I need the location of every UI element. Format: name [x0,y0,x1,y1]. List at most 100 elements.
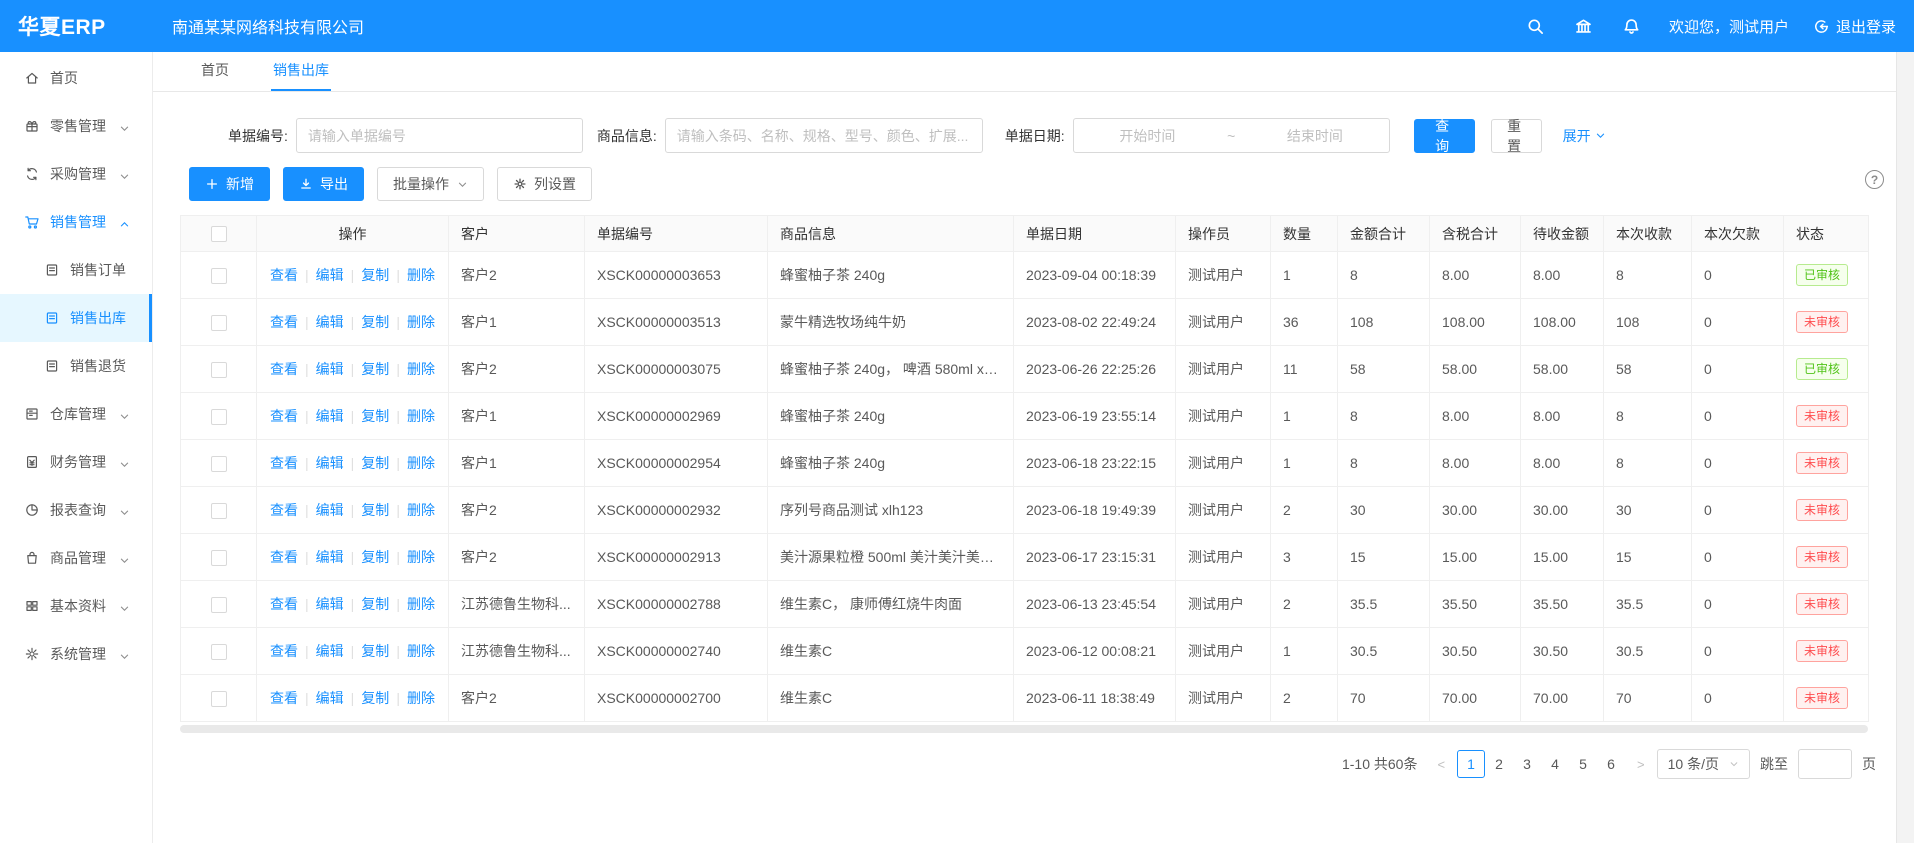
bill-no-input[interactable] [296,118,583,153]
logout-icon [1813,18,1830,35]
row-checkbox[interactable] [211,456,227,472]
sidebar-item-reports[interactable]: 报表查询 [0,486,152,534]
search-icon[interactable] [1519,9,1553,43]
action-delete-link[interactable]: 删除 [407,641,435,661]
action-copy-link[interactable]: 复制 [361,688,389,708]
action-edit-link[interactable]: 编辑 [316,312,344,332]
action-edit-link[interactable]: 编辑 [316,453,344,473]
action-edit-link[interactable]: 编辑 [316,359,344,379]
jump-to-page-input[interactable] [1798,749,1852,779]
action-delete-link[interactable]: 删除 [407,688,435,708]
row-checkbox[interactable] [211,315,227,331]
row-checkbox[interactable] [211,691,227,707]
action-view-link[interactable]: 查看 [270,406,298,426]
tab-sales-outbound[interactable]: 销售出库 [271,51,331,91]
action-copy-link[interactable]: 复制 [361,406,389,426]
action-edit-link[interactable]: 编辑 [316,406,344,426]
action-view-link[interactable]: 查看 [270,359,298,379]
row-checkbox[interactable] [211,644,227,660]
export-button[interactable]: 导出 [283,167,364,201]
logout-button[interactable]: 退出登录 [1813,16,1896,37]
next-page-button[interactable]: > [1635,757,1647,772]
select-all-checkbox[interactable] [211,226,227,242]
row-checkbox[interactable] [211,597,227,613]
page-number-6[interactable]: 6 [1597,751,1625,779]
action-edit-link[interactable]: 编辑 [316,688,344,708]
sidebar-item-basic-data[interactable]: 基本资料 [0,582,152,630]
action-view-link[interactable]: 查看 [270,453,298,473]
action-delete-link[interactable]: 删除 [407,406,435,426]
product-info-input[interactable] [665,118,983,153]
action-copy-link[interactable]: 复制 [361,500,389,520]
page-number-4[interactable]: 4 [1541,751,1569,779]
add-button[interactable]: 新增 [189,167,270,201]
sidebar-item-sales-outbound[interactable]: 销售出库 [0,294,152,342]
row-checkbox[interactable] [211,268,227,284]
action-edit-link[interactable]: 编辑 [316,265,344,285]
sidebar-item-warehouse[interactable]: 仓库管理 [0,390,152,438]
cell-received: 8 [1604,252,1692,299]
action-view-link[interactable]: 查看 [270,594,298,614]
platform-icon[interactable] [1567,9,1601,43]
action-view-link[interactable]: 查看 [270,265,298,285]
action-separator: | [305,502,309,518]
action-delete-link[interactable]: 删除 [407,500,435,520]
page-number-3[interactable]: 3 [1513,751,1541,779]
action-delete-link[interactable]: 删除 [407,359,435,379]
action-delete-link[interactable]: 删除 [407,312,435,332]
row-checkbox[interactable] [211,503,227,519]
notification-bell-icon[interactable] [1615,9,1649,43]
action-delete-link[interactable]: 删除 [407,453,435,473]
column-header-receivable: 待收金额 [1521,216,1604,252]
sidebar-item-sales-return[interactable]: 销售退货 [0,342,152,390]
action-copy-link[interactable]: 复制 [361,547,389,567]
page-size-select[interactable]: 10 条/页 [1657,749,1750,779]
action-edit-link[interactable]: 编辑 [316,594,344,614]
action-copy-link[interactable]: 复制 [361,265,389,285]
action-view-link[interactable]: 查看 [270,312,298,332]
page-number-2[interactable]: 2 [1485,751,1513,779]
action-view-link[interactable]: 查看 [270,641,298,661]
action-copy-link[interactable]: 复制 [361,594,389,614]
row-checkbox[interactable] [211,362,227,378]
sidebar-item-label: 首页 [50,68,78,88]
action-edit-link[interactable]: 编辑 [316,500,344,520]
action-delete-link[interactable]: 删除 [407,547,435,567]
action-view-link[interactable]: 查看 [270,500,298,520]
cell-tax-total: 58.00 [1430,346,1521,393]
row-checkbox[interactable] [211,409,227,425]
horizontal-scrollbar[interactable] [180,725,1868,733]
tab-home[interactable]: 首页 [199,51,231,91]
action-delete-link[interactable]: 删除 [407,265,435,285]
expand-filters-link[interactable]: 展开 [1563,126,1606,146]
row-checkbox[interactable] [211,550,227,566]
cell-bill-no: XSCK00000002932 [585,487,768,534]
vertical-scrollbar[interactable] [1896,52,1914,843]
reset-button[interactable]: 重置 [1491,119,1542,153]
search-button[interactable]: 查询 [1414,119,1475,153]
sidebar-item-system[interactable]: 系统管理 [0,630,152,678]
action-edit-link[interactable]: 编辑 [316,641,344,661]
sidebar-item-home[interactable]: 首页 [0,54,152,102]
sidebar-item-finance[interactable]: 财务管理 [0,438,152,486]
prev-page-button[interactable]: < [1435,757,1447,772]
action-copy-link[interactable]: 复制 [361,453,389,473]
column-settings-button[interactable]: 列设置 [497,167,592,201]
action-copy-link[interactable]: 复制 [361,312,389,332]
sidebar-item-sales-order[interactable]: 销售订单 [0,246,152,294]
action-copy-link[interactable]: 复制 [361,641,389,661]
page-number-5[interactable]: 5 [1569,751,1597,779]
action-copy-link[interactable]: 复制 [361,359,389,379]
sidebar-item-products[interactable]: 商品管理 [0,534,152,582]
sidebar-item-sales[interactable]: 销售管理 [0,198,152,246]
date-range-picker[interactable]: 开始时间 ~ 结束时间 [1073,118,1390,153]
page-number-1[interactable]: 1 [1457,750,1485,778]
action-view-link[interactable]: 查看 [270,547,298,567]
help-icon[interactable]: ? [1865,170,1884,189]
action-edit-link[interactable]: 编辑 [316,547,344,567]
action-delete-link[interactable]: 删除 [407,594,435,614]
action-view-link[interactable]: 查看 [270,688,298,708]
batch-operations-button[interactable]: 批量操作 [377,167,484,201]
sidebar-item-purchase[interactable]: 采购管理 [0,150,152,198]
sidebar-item-retail[interactable]: 零售管理 [0,102,152,150]
